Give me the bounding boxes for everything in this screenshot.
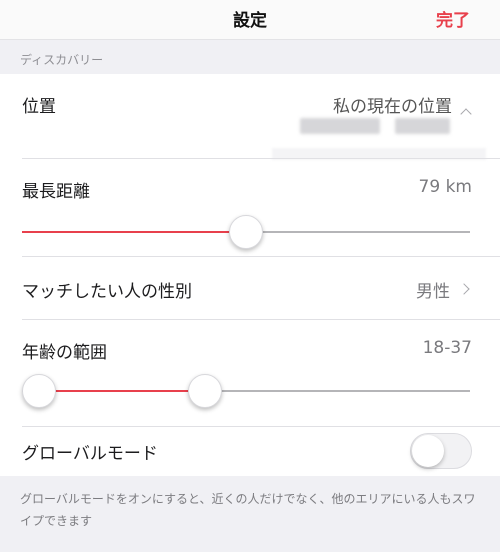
age-min-slider-knob[interactable] [22, 374, 56, 408]
chevron-right-icon [458, 283, 470, 295]
max-distance-value: 79 km [418, 177, 472, 197]
age-range-slider[interactable] [22, 374, 470, 408]
page-title: 設定 [233, 11, 267, 31]
done-button[interactable]: 完了 [436, 6, 470, 31]
global-mode-row: グローバルモード [0, 427, 500, 476]
slider-fill [22, 231, 246, 233]
max-distance-label: 最長距離 [22, 182, 90, 202]
global-mode-label: グローバルモード [22, 444, 158, 464]
global-mode-description: グローバルモードをオンにすると、近くの人だけでなく、他のエリアにいる人もスワイプ… [20, 492, 476, 528]
chevron-icon [460, 108, 472, 120]
location-value: 私の現在の位置 [333, 97, 452, 117]
max-distance-row: 最長距離 79 km [0, 159, 500, 255]
navigation-bar: 設定 完了 [0, 0, 500, 40]
gender-preference-value: 男性 [416, 282, 450, 302]
location-label: 位置 [22, 97, 56, 117]
section-header-discovery: ディスカバリー [20, 53, 104, 67]
max-distance-slider-knob[interactable] [229, 215, 263, 249]
age-range-label: 年齢の範囲 [22, 343, 107, 363]
toggle-knob [412, 435, 444, 467]
age-max-slider-knob[interactable] [187, 374, 222, 408]
age-range-row: 年齢の範囲 18-37 [0, 320, 500, 416]
max-distance-slider[interactable] [22, 215, 470, 249]
gender-preference-label: マッチしたい人の性別 [22, 282, 192, 302]
gender-preference-row[interactable]: マッチしたい人の性別 男性 [0, 257, 500, 319]
global-mode-toggle[interactable] [410, 433, 472, 469]
age-range-value: 18-37 [422, 338, 472, 358]
settings-group: 位置 私の現在の位置 最長距離 79 km マッチしたい人の性別 男性 年齢の範… [0, 74, 500, 476]
location-row[interactable]: 位置 私の現在の位置 [0, 74, 500, 160]
slider-fill [39, 390, 205, 392]
